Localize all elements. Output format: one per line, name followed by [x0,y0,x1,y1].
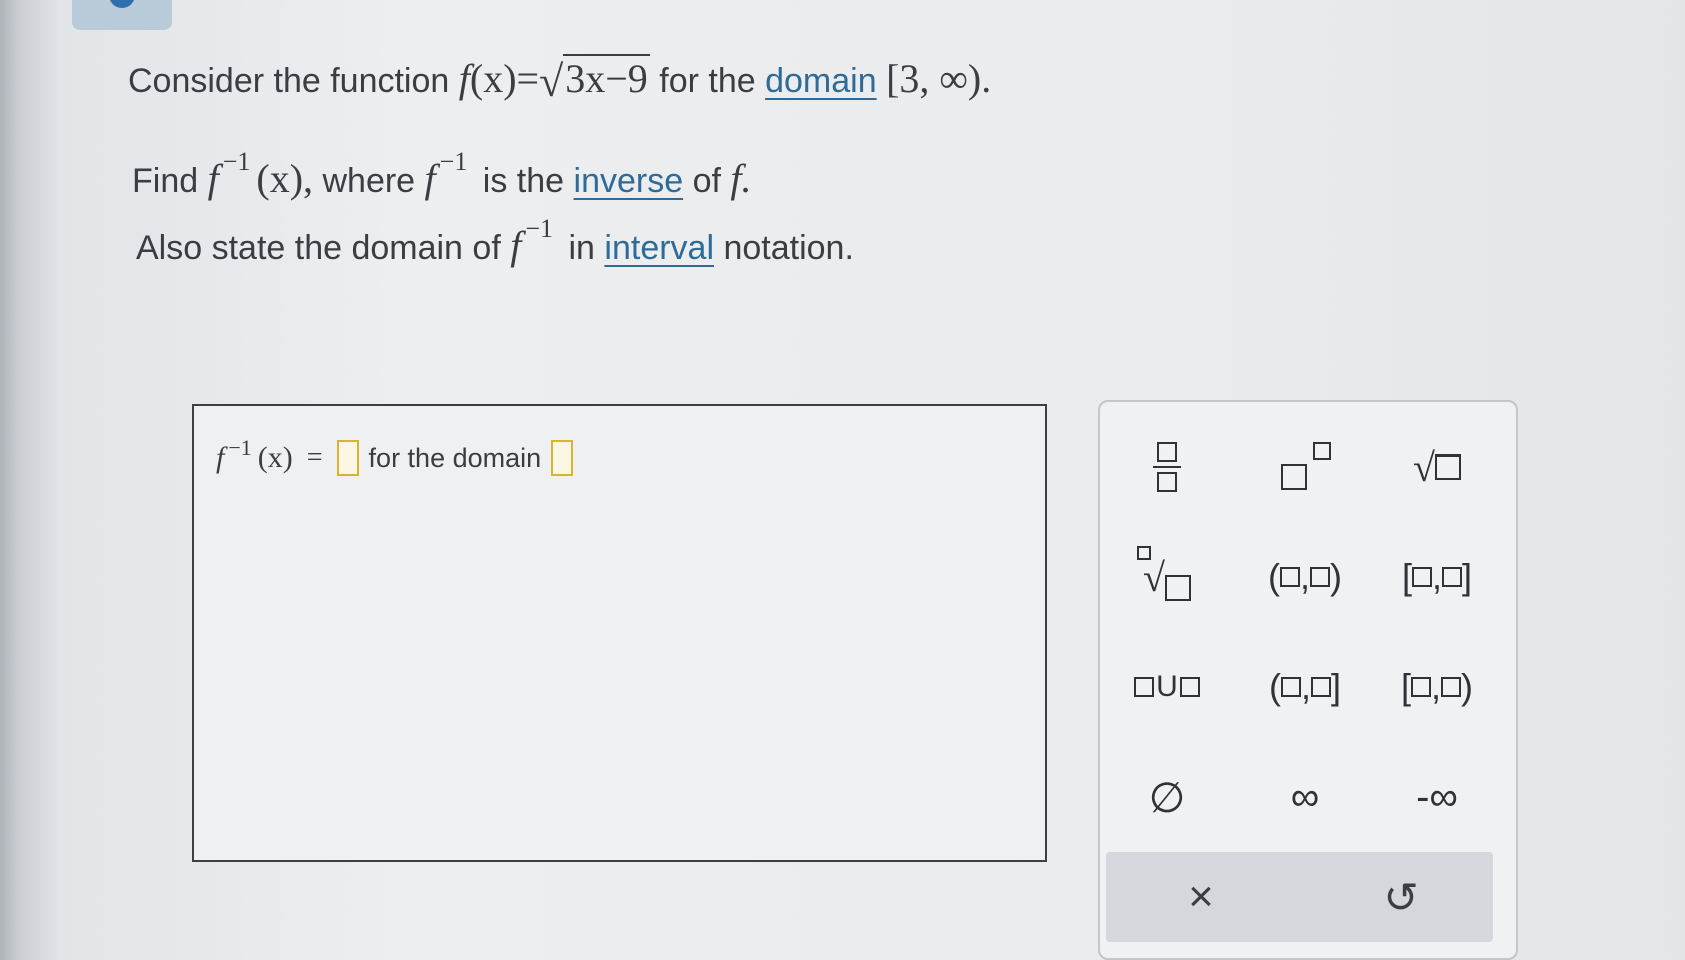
question-text: for the [659,62,756,100]
answer-label: for the domain [368,442,542,473]
math-exponent: −1 [222,146,251,176]
comma: , [1431,556,1442,597]
half-open-right-button[interactable]: (,] [1250,652,1360,722]
domain-input[interactable] [551,440,574,476]
square-root-button[interactable]: √ [1382,432,1492,502]
exponent-button[interactable] [1250,432,1360,502]
exponent-icon [1277,442,1333,492]
infinity-icon: ∞ [1290,774,1320,819]
inverse-function-input[interactable] [336,440,359,476]
nth-root-icon: √ [1137,545,1191,601]
math-x: (x) [257,441,293,474]
math-x: (x), [256,156,314,201]
question-text: Consider the function [128,62,450,100]
union-icon: U [1134,670,1200,704]
paren-right: ) [1330,556,1342,597]
question-line-1: Consider the function f(x)=√3x−9 for the… [128,52,992,106]
nth-root-button[interactable]: √ [1112,542,1222,612]
fraction-button[interactable] [1112,432,1222,502]
sqrt-icon: √ [539,57,564,106]
question-text: Find [132,162,199,200]
bracket-left: [ [1401,556,1412,597]
negative-infinity-button[interactable]: -∞ [1382,762,1492,832]
empty-set-button[interactable]: ∅ [1112,762,1222,832]
math-exponent: −1 [525,213,554,243]
math-f: f. [730,156,752,201]
union-symbol: U [1156,670,1178,703]
interval-link[interactable]: interval [604,229,714,267]
undo-icon: ↺ [1383,873,1419,921]
domain-link[interactable]: domain [765,62,877,100]
answer-line: f −1 (x) = for the domain [216,435,574,476]
paren-right: ) [1461,666,1474,707]
palette-action-bar: × ↺ [1106,852,1493,942]
comma: , [1431,666,1442,707]
comma: , [1300,666,1311,707]
question-line-3: Also state the domain of f −1 in interval… [136,214,854,269]
math-exponent: −1 [228,435,252,460]
closed-interval-button[interactable]: [,] [1382,542,1492,612]
question-text: of [692,162,721,200]
math-f: f [424,156,436,201]
closed-interval-icon: [,] [1402,556,1472,598]
math-f: f [510,223,522,268]
half-open-right-icon: (,] [1269,666,1341,708]
infinity-button[interactable]: ∞ [1250,762,1360,832]
half-open-left-button[interactable]: [,) [1382,652,1492,722]
domain-interval: [3, ∞). [886,56,992,101]
question-text: notation. [723,229,854,267]
question-text: Also state the domain of [136,229,501,267]
math-equals: = [516,56,540,101]
paren-left: ( [1267,556,1280,597]
radicand: 3x−9 [563,54,650,101]
bracket-right: ] [1331,666,1342,707]
fraction-icon [1153,442,1181,492]
math-exponent: −1 [439,146,468,176]
math-f: f [216,441,225,474]
open-interval-button[interactable]: (,) [1250,542,1360,612]
math-x: (x) [469,56,517,101]
empty-set-icon: ∅ [1148,773,1186,821]
bracket-left: [ [1400,666,1411,707]
question-line-2: Find f −1 (x), where f −1 is the inverse of… [132,147,752,202]
clear-button[interactable]: × [1146,862,1256,932]
negative-infinity-icon: -∞ [1416,774,1458,819]
answer-box[interactable]: f −1 (x) = for the domain [192,404,1047,862]
union-button[interactable]: U [1112,652,1222,722]
question-text: where [322,162,416,200]
paren-left: ( [1268,666,1281,707]
math-f: f [207,156,219,201]
open-interval-icon: (,) [1268,556,1342,598]
close-icon: × [1188,872,1214,921]
half-open-left-icon: [,) [1401,666,1473,708]
math-f: f [458,56,470,101]
inverse-link[interactable]: inverse [574,162,684,200]
question-text: is the [482,162,565,200]
undo-button[interactable]: ↺ [1346,862,1456,932]
square-root-icon: √ [1413,444,1461,491]
question-text: in [568,229,595,267]
sqrt-expression: √3x−9 [539,52,650,106]
bracket-right: ] [1462,556,1473,597]
comma: , [1299,556,1310,597]
math-equals: = [306,442,323,473]
